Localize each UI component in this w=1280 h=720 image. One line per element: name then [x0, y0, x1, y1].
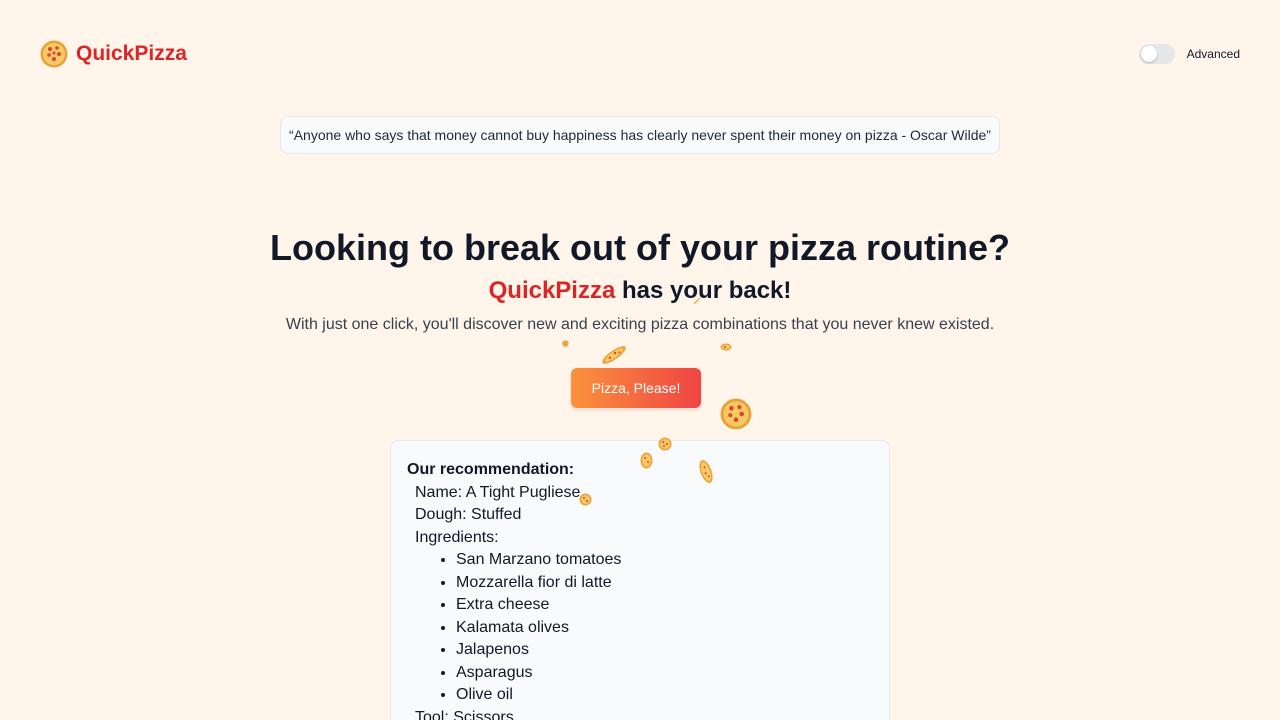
quote-text: “Anyone who says that money cannot buy h…: [289, 127, 991, 143]
ingredients-label: Ingredients:: [415, 528, 499, 546]
confetti-pizza-icon: [579, 493, 592, 506]
brand-name: QuickPizza: [76, 42, 187, 65]
ingredients-list: San Marzano tomatoes Mozzarella fior di …: [407, 549, 873, 707]
confetti-pizza-icon: [640, 452, 653, 469]
confetti-pizza-icon: [693, 297, 701, 305]
confetti-pizza-icon: [720, 343, 732, 351]
ingredient-item: San Marzano tomatoes: [456, 549, 873, 572]
advanced-toggle-group: Advanced: [1138, 44, 1240, 64]
toggle-knob: [1140, 46, 1157, 62]
ingredient-item: Kalamata olives: [456, 617, 873, 640]
confetti-pizza-icon: [720, 398, 752, 430]
ingredient-item: Jalapenos: [456, 639, 873, 662]
pizza-icon: [40, 40, 68, 68]
advanced-toggle[interactable]: [1138, 44, 1175, 64]
pizza-name: Name: A Tight Pugliese: [415, 483, 581, 501]
pizza-dough: Dough: Stuffed: [415, 506, 522, 523]
pizza-please-button[interactable]: Pizza, Please!: [571, 368, 701, 408]
ingredient-item: Olive oil: [456, 684, 873, 707]
hero-subtitle: QuickPizza has your back!: [0, 276, 1280, 306]
confetti-pizza-icon: [658, 437, 672, 451]
ingredient-item: Extra cheese: [456, 594, 873, 617]
ingredient-item: Mozzarella fior di latte: [456, 572, 873, 595]
advanced-label: Advanced: [1186, 47, 1240, 61]
pizza-tool: Tool: Scissors: [415, 708, 514, 720]
hero-title: Looking to break out of your pizza routi…: [270, 227, 1010, 268]
page: QuickPizza Advanced “Anyone who says tha…: [0, 0, 1280, 720]
confetti-pizza-icon: [602, 346, 626, 364]
quote-box: “Anyone who says that money cannot buy h…: [280, 116, 1000, 154]
confetti-pizza-icon: [562, 340, 569, 347]
hero-brand: QuickPizza: [488, 277, 616, 304]
hero-description: With just one click, you'll discover new…: [285, 316, 995, 333]
logo[interactable]: QuickPizza: [40, 40, 187, 68]
hero-subtitle-rest: has your back!: [615, 277, 792, 304]
recommendation-card: Our recommendation: Name: A Tight Puglie…: [390, 440, 890, 720]
ingredient-item: Asparagus: [456, 662, 873, 685]
